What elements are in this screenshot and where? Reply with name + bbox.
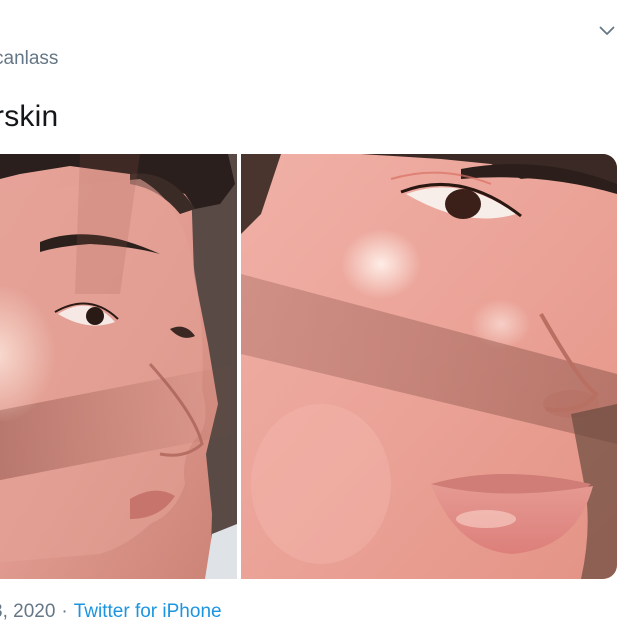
tweet-text: rskin bbox=[0, 100, 59, 133]
tweet-meta: 3, 2020 · Twitter for iPhone bbox=[0, 601, 222, 623]
author-handle[interactable]: canlass bbox=[0, 48, 58, 70]
tweet-timestamp[interactable]: 3, 2020 bbox=[0, 601, 55, 622]
media-grid bbox=[0, 154, 617, 579]
media-photo-2[interactable] bbox=[241, 154, 617, 579]
tweet-menu-button[interactable] bbox=[596, 20, 618, 42]
tweet-source-link[interactable]: Twitter for iPhone bbox=[74, 601, 222, 622]
media-photo-1[interactable] bbox=[0, 154, 237, 579]
chevron-down-icon bbox=[599, 26, 615, 36]
meta-separator: · bbox=[61, 601, 68, 622]
